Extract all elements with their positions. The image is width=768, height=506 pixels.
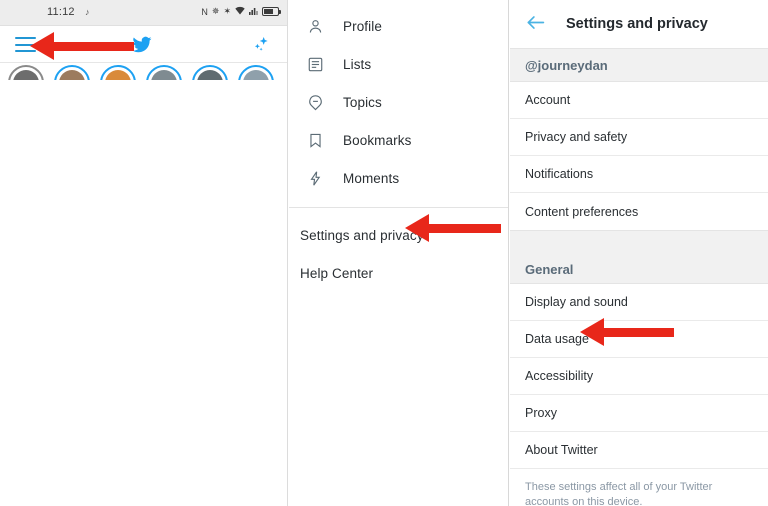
arrow-head	[405, 214, 429, 242]
content-preferences-row[interactable]: Content preferences	[510, 193, 768, 230]
sidebar-item-label: Moments	[343, 170, 400, 186]
status-bar-clock: 11:12	[47, 6, 75, 18]
battery-icon	[262, 7, 281, 16]
story-avatar[interactable]	[238, 65, 274, 80]
sidebar-item-bookmarks[interactable]: Bookmarks	[289, 121, 508, 159]
status-bar-icons: N ✵ ✶	[201, 6, 281, 17]
sidebar-item-moments[interactable]: Moments	[289, 159, 508, 197]
mute-icon: ♪	[85, 7, 90, 17]
wifi-icon	[235, 6, 245, 17]
bookmark-icon	[302, 127, 328, 153]
about-twitter-row[interactable]: About Twitter	[510, 432, 768, 469]
arrow-head	[580, 318, 604, 346]
nfc-icon: N	[201, 6, 208, 17]
sidebar-item-label: Topics	[343, 94, 382, 110]
arrow-head	[30, 32, 54, 60]
nav-menu-list: Profile Lists Topics Bookmarks Moments S…	[289, 0, 508, 292]
lightning-bolt-icon	[302, 165, 328, 191]
arrow-shaft	[52, 41, 134, 51]
sidebar-item-profile[interactable]: Profile	[289, 7, 508, 45]
screenshot-stage: 11:12 ♪ N ✵ ✶ Profile Lists Topics Bookm…	[0, 0, 768, 506]
settings-header: Settings and privacy	[510, 0, 768, 48]
notifications-row[interactable]: Notifications	[510, 156, 768, 193]
proxy-row[interactable]: Proxy	[510, 395, 768, 432]
story-avatar[interactable]	[100, 65, 136, 80]
sparkles-icon[interactable]	[251, 35, 270, 59]
sidebar-item-topics[interactable]: Topics	[289, 83, 508, 121]
story-avatar[interactable]	[54, 65, 90, 80]
privacy-and-safety-row[interactable]: Privacy and safety	[510, 119, 768, 156]
general-section-header: General	[510, 230, 768, 284]
settings-and-privacy-panel: Settings and privacy @journeydan Account…	[510, 0, 768, 506]
story-avatar[interactable]	[8, 65, 44, 80]
sidebar-item-label: Profile	[343, 18, 382, 34]
menu-divider	[289, 207, 508, 208]
sidebar-item-label: Help Center	[300, 265, 374, 281]
arrow-shaft	[602, 327, 674, 337]
topic-pin-icon	[302, 89, 328, 115]
list-icon	[302, 51, 328, 77]
status-bar: 11:12 ♪ N ✵ ✶	[0, 0, 287, 26]
settings-and-privacy-menu-item[interactable]: Settings and privacy	[289, 216, 508, 254]
stories-row	[0, 63, 287, 80]
sidebar-item-lists[interactable]: Lists	[289, 45, 508, 83]
story-avatar[interactable]	[192, 65, 228, 80]
story-avatar[interactable]	[146, 65, 182, 80]
person-icon	[302, 13, 328, 39]
sidebar-item-label: Lists	[343, 56, 372, 72]
location-icon: ✵	[211, 6, 220, 16]
back-arrow-icon[interactable]	[526, 15, 545, 34]
page-title: Settings and privacy	[566, 16, 708, 32]
account-row[interactable]: Account	[510, 82, 768, 119]
twitter-home-screen-panel: 11:12 ♪ N ✵ ✶	[0, 0, 288, 506]
accessibility-row[interactable]: Accessibility	[510, 358, 768, 395]
account-section-header: @journeydan	[510, 48, 768, 82]
twitter-nav-drawer-panel: Profile Lists Topics Bookmarks Moments S…	[289, 0, 509, 506]
settings-footer-note: These settings affect all of your Twitte…	[525, 481, 713, 506]
bluetooth-icon: ✶	[223, 6, 231, 16]
arrow-shaft	[427, 223, 501, 233]
cellular-signal-icon	[249, 6, 258, 17]
display-and-sound-row[interactable]: Display and sound	[510, 284, 768, 321]
twitter-bird-icon	[131, 35, 153, 59]
sidebar-item-label: Bookmarks	[343, 132, 412, 148]
help-center-menu-item[interactable]: Help Center	[289, 254, 508, 292]
